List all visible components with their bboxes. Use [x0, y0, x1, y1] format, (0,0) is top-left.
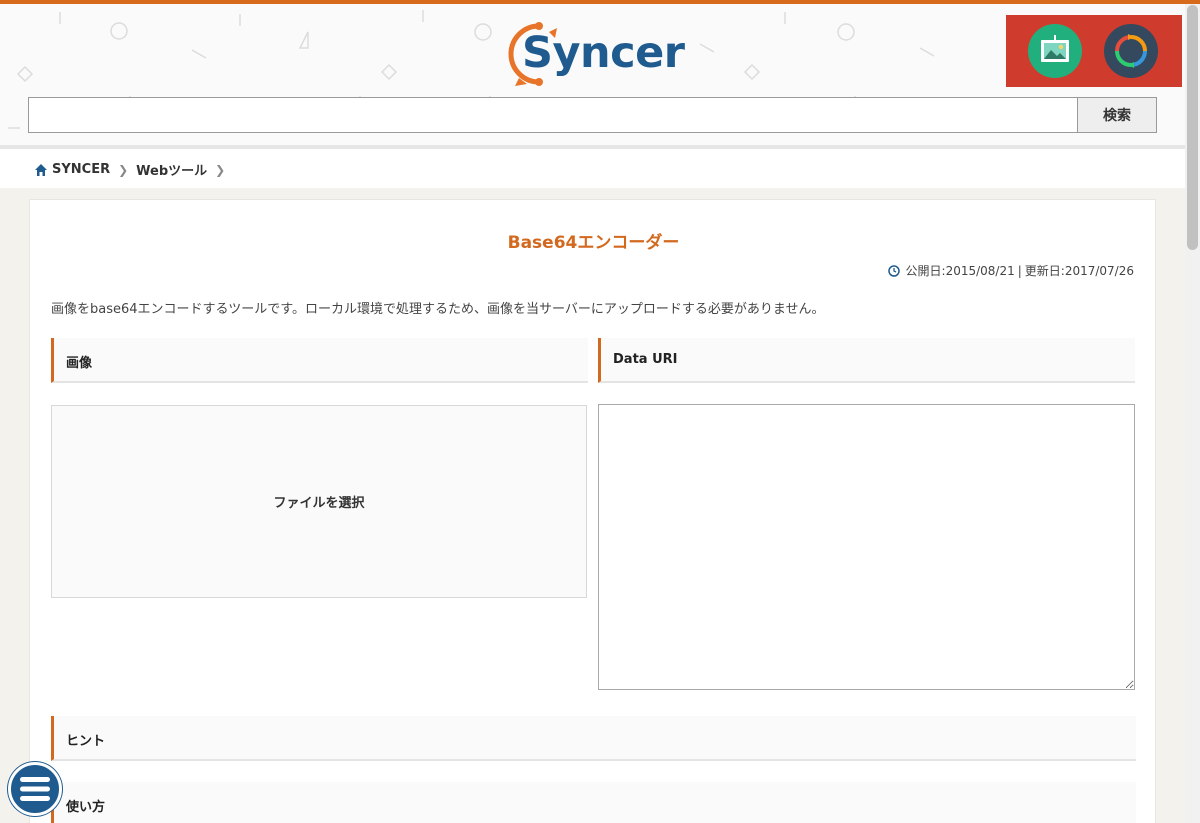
date-separator: | [1017, 263, 1022, 278]
hamburger-menu-icon [20, 777, 50, 801]
menu-button[interactable] [8, 762, 62, 816]
search-button[interactable]: 検索 [1077, 97, 1157, 133]
sync-icon [1115, 34, 1147, 68]
search-input[interactable] [28, 97, 1078, 133]
breadcrumb-item-syncer[interactable]: SYNCER [52, 162, 110, 177]
page-title: Base64エンコーダー [507, 233, 680, 253]
data-uri-output[interactable] [598, 404, 1135, 690]
tool-description: 画像をbase64エンコードするツールです。ローカル環境で処理するため、画像を当… [51, 302, 825, 317]
page-scrollbar[interactable] [1185, 4, 1200, 823]
breadcrumb: SYNCER ❯ Webツール ❯ [34, 160, 233, 179]
published-date: 2015/08/21 [945, 263, 1015, 278]
section-heading-hint: ヒント [51, 716, 1136, 761]
main-content: Base64エンコーダー 公開日: 2015/08/21 | 更新日: 2017… [29, 199, 1156, 823]
home-icon [35, 163, 47, 176]
image-app-button[interactable] [1028, 24, 1082, 78]
clock-icon [887, 264, 900, 277]
section-heading-image: 画像 [51, 338, 588, 383]
scrollbar-thumb[interactable] [1187, 5, 1198, 250]
breadcrumb-bar: SYNCER ❯ Webツール ❯ [0, 149, 1185, 188]
search-bar: 検索 [28, 97, 1157, 133]
published-label: 公開日: [905, 264, 946, 278]
post-dates: 公開日: 2015/08/21 | 更新日: 2017/07/26 [887, 262, 1134, 279]
site-logo[interactable]: Syncer [522, 28, 685, 78]
app-launcher [1006, 15, 1182, 87]
updated-label: 更新日: [1024, 264, 1065, 278]
picture-icon [1041, 35, 1069, 62]
site-header: Syncer 検索 [0, 4, 1185, 145]
sync-app-button[interactable] [1104, 24, 1158, 78]
updated-date: 2017/07/26 [1064, 263, 1134, 278]
file-select-label: ファイルを選択 [273, 496, 365, 511]
breadcrumb-item-webtools[interactable]: Webツール [136, 160, 207, 179]
chevron-right-icon: ❯ [118, 162, 129, 177]
file-dropzone[interactable]: ファイルを選択 [51, 405, 587, 598]
section-heading-usage: 使い方 [51, 782, 1136, 823]
section-heading-data-uri: Data URI [598, 338, 1135, 383]
chevron-right-icon: ❯ [215, 162, 226, 177]
